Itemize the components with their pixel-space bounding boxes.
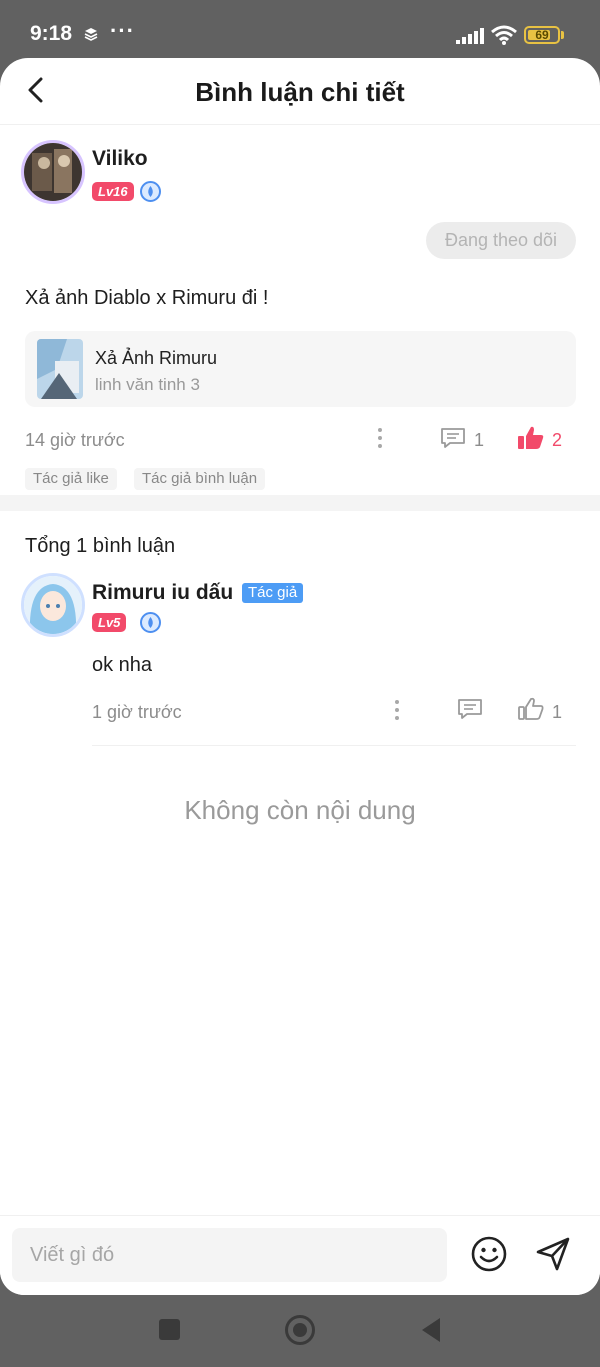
avatar[interactable] (24, 576, 82, 634)
level-badge: Lv16 (92, 182, 134, 201)
comment-text: Xả ảnh Diablo x Rimuru đi ! (25, 287, 269, 309)
status-time: 9:18 (30, 22, 73, 45)
author-liked-tag: Tác giả like (25, 468, 117, 490)
divider (92, 745, 576, 746)
comment-detail-sheet: Bình luận chi tiết Viliko Lv16 Đang theo… (0, 58, 600, 1295)
recent-apps-icon[interactable] (159, 1319, 180, 1340)
user-name[interactable]: Viliko (92, 147, 148, 171)
emoji-icon[interactable] (470, 1235, 508, 1278)
reply-icon[interactable] (440, 427, 466, 454)
level-badge: Lv5 (92, 613, 127, 632)
reply-user-name[interactable]: Rimuru iu dấu (92, 581, 233, 605)
system-nav-bar (0, 1295, 600, 1367)
reply-count: 1 (474, 430, 485, 450)
like-count: 2 (552, 430, 563, 450)
more-notifications-icon: ··· (110, 18, 135, 43)
droplet-badge-icon (140, 612, 161, 633)
avatar[interactable] (24, 143, 82, 201)
quoted-post-author: linh văn tinh 3 (95, 375, 200, 394)
quoted-post-thumbnail (37, 339, 83, 399)
quoted-post-card[interactable]: Xả Ảnh Rimuru linh văn tinh 3 (25, 331, 576, 407)
quoted-post-title: Xả Ảnh Rimuru (95, 348, 218, 368)
header: Bình luận chi tiết (0, 58, 600, 125)
reply-time: 1 giờ trước (92, 702, 182, 722)
page-title: Bình luận chi tiết (195, 77, 405, 107)
comment-input-bar (0, 1215, 600, 1295)
layers-icon (84, 27, 98, 46)
battery-icon: 69 (524, 26, 560, 44)
battery-level: 69 (535, 28, 549, 42)
comment-input[interactable] (12, 1228, 447, 1282)
signal-icon (456, 28, 484, 49)
like-filled-icon[interactable] (518, 426, 544, 455)
follow-button[interactable]: Đang theo dõi (426, 222, 576, 259)
section-divider (0, 495, 600, 511)
comment-time: 14 giờ trước (25, 430, 125, 450)
wifi-icon (490, 24, 518, 51)
main-comment: Viliko Lv16 Đang theo dõi Xả ảnh Diablo … (0, 125, 600, 490)
end-of-content: Không còn nội dung (184, 795, 416, 825)
back-triangle-icon[interactable] (420, 1317, 442, 1348)
like-outline-icon[interactable] (518, 697, 544, 726)
total-comment-count: Tổng 1 bình luận (25, 535, 176, 557)
author-commented-tag: Tác giả bình luận (134, 468, 266, 490)
more-options-icon[interactable] (377, 428, 383, 448)
replies-section: Tổng 1 bình luận Rimuru iu dấu Tác giả L… (0, 511, 600, 1271)
droplet-badge-icon (140, 181, 161, 202)
author-tag: Tác giả (242, 583, 304, 603)
reply-icon[interactable] (457, 698, 483, 725)
home-icon[interactable] (285, 1315, 315, 1345)
status-bar: 9:18 ··· 69 (0, 0, 600, 62)
send-icon[interactable] (534, 1235, 572, 1278)
reply-text: ok nha (92, 654, 153, 676)
more-options-icon[interactable] (394, 700, 400, 720)
reply-like-count: 1 (552, 702, 563, 722)
